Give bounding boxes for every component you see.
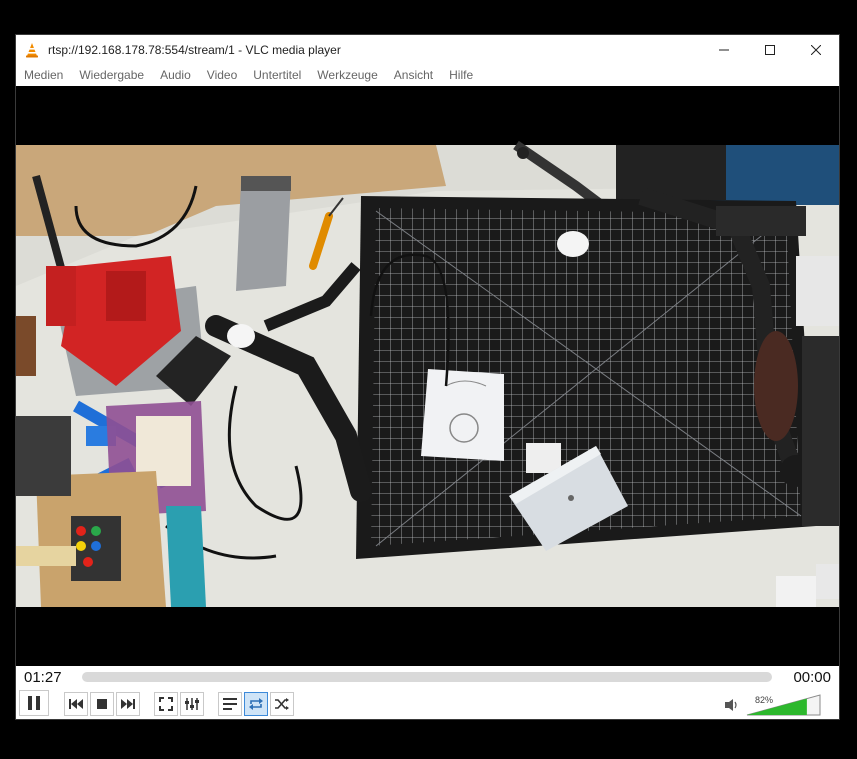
menu-video[interactable]: Video: [199, 65, 245, 86]
previous-button[interactable]: [64, 692, 88, 716]
menu-untertitel[interactable]: Untertitel: [245, 65, 309, 86]
elapsed-time: 01:27: [24, 669, 62, 686]
pause-button[interactable]: [19, 690, 49, 716]
window-title: rtsp://192.168.178.78:554/stream/1 - VLC…: [48, 43, 341, 57]
maximize-icon: [765, 45, 775, 55]
close-button[interactable]: [793, 35, 839, 65]
seek-row: 01:27 00:00: [16, 666, 839, 688]
loop-icon: [249, 698, 263, 710]
video-frame: [16, 86, 839, 666]
previous-icon: [69, 699, 83, 709]
vlc-cone-icon: [24, 42, 40, 58]
pause-icon: [28, 696, 40, 710]
loop-button[interactable]: [244, 692, 268, 716]
title-bar[interactable]: rtsp://192.168.178.78:554/stream/1 - VLC…: [16, 35, 839, 65]
random-icon: [275, 698, 289, 710]
vlc-window: rtsp://192.168.178.78:554/stream/1 - VLC…: [16, 35, 839, 719]
stop-icon: [97, 699, 107, 709]
close-icon: [811, 45, 821, 55]
menu-werkzeuge[interactable]: Werkzeuge: [309, 65, 385, 86]
controls-bar: 82%: [16, 688, 839, 719]
menu-audio[interactable]: Audio: [152, 65, 199, 86]
menu-bar: Medien Wiedergabe Audio Video Untertitel…: [16, 65, 839, 86]
minimize-button[interactable]: [701, 35, 747, 65]
seek-bar[interactable]: [82, 672, 772, 682]
menu-hilfe[interactable]: Hilfe: [441, 65, 481, 86]
extended-settings-icon: [185, 698, 199, 710]
playlist-button[interactable]: [218, 692, 242, 716]
camera-frame: [16, 140, 839, 607]
menu-ansicht[interactable]: Ansicht: [386, 65, 441, 86]
menu-medien[interactable]: Medien: [16, 65, 71, 86]
menu-wiedergabe[interactable]: Wiedergabe: [71, 65, 152, 86]
total-time: 00:00: [793, 669, 831, 686]
fullscreen-button[interactable]: [154, 692, 178, 716]
minimize-icon: [719, 49, 729, 51]
stop-button[interactable]: [90, 692, 114, 716]
video-area[interactable]: [16, 86, 839, 666]
extended-settings-button[interactable]: [180, 692, 204, 716]
random-button[interactable]: [270, 692, 294, 716]
maximize-button[interactable]: [747, 35, 793, 65]
next-button[interactable]: [116, 692, 140, 716]
playlist-icon: [223, 698, 237, 710]
next-icon: [121, 699, 135, 709]
speaker-icon[interactable]: [723, 697, 739, 713]
volume-slider[interactable]: [746, 694, 821, 716]
fullscreen-icon: [159, 697, 173, 711]
